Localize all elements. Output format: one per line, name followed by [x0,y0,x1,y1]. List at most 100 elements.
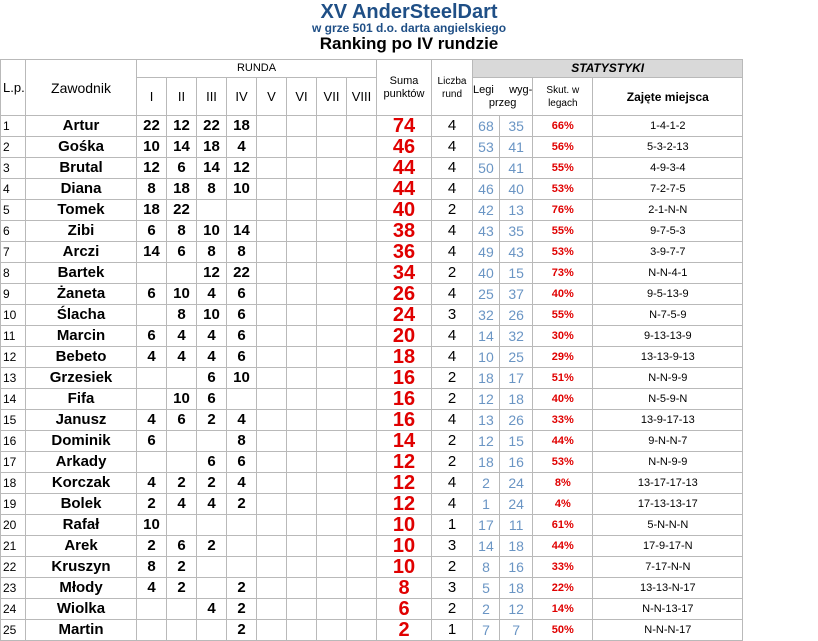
total-points-cell: 12 [376,493,432,515]
rounds-count-cell: 4 [431,346,473,368]
legs-efficiency-cell: 14% [532,598,594,620]
round-score-cell [166,619,197,641]
legs-lost-cell: 16 [498,556,534,578]
round-score-cell: 10 [136,136,167,158]
spreadsheet-view: XV AnderSteelDart w grze 501 d.o. darta … [0,0,818,641]
rounds-count-cell: 4 [431,325,473,347]
round-score-cell [316,367,347,389]
rounds-count-cell: 2 [431,367,473,389]
table-row: 3 Brutal 12 6 14 12 44 4 50 41 55% 4-9-3-4 [0,157,744,179]
legs-efficiency-cell: 40% [532,283,594,305]
total-points-cell: 44 [376,178,432,200]
total-points-cell: 6 [376,598,432,620]
places-cell: 13-13-N-17 [592,577,744,599]
legs-lost-cell: 40 [498,178,534,200]
legs-efficiency-cell: 61% [532,514,594,536]
round-score-cell: 4 [136,577,167,599]
legs-lost-cell: 15 [498,430,534,452]
round-score-cell [316,514,347,536]
total-points-cell: 16 [376,409,432,431]
lp-cell: 5 [0,199,26,221]
skut-header: Skut. w legach [532,77,594,116]
round-score-cell [286,409,317,431]
round-score-cell: 4 [226,136,257,158]
round-score-cell: 6 [196,451,227,473]
legs-won-cell: 50 [472,157,500,179]
legs-efficiency-cell: 29% [532,346,594,368]
round-score-cell: 6 [166,409,197,431]
table-row: 1 Artur 22 12 22 18 74 4 68 35 66% 1-4-1-2 [0,115,744,137]
round-score-cell [166,514,197,536]
round-score-cell: 4 [196,346,227,368]
rounds-count-cell: 3 [431,577,473,599]
places-cell: N-7-5-9 [592,304,744,326]
legs-won-cell: 12 [472,388,500,410]
tournament-title: XV AnderSteelDart [320,1,498,23]
total-points-cell: 2 [376,619,432,641]
round-score-cell: 4 [196,283,227,305]
round-score-cell [286,388,317,410]
player-name-cell: Młody [25,577,137,599]
round-score-cell [346,577,377,599]
round-score-cell: 6 [136,283,167,305]
round-score-cell [286,178,317,200]
round-score-cell [316,325,347,347]
round-score-cell [286,514,317,536]
round-score-cell [196,577,227,599]
round-score-cell: 10 [166,388,197,410]
round-score-cell: 2 [136,493,167,515]
round-score-cell [346,304,377,326]
round-score-cell: 10 [136,514,167,536]
round-score-cell [316,115,347,137]
lp-cell: 12 [0,346,26,368]
legs-lost-cell: 15 [498,262,534,284]
player-name-cell: Marcin [25,325,137,347]
round-score-cell [316,535,347,557]
round-score-cell: 8 [196,241,227,263]
legs-efficiency-cell: 44% [532,430,594,452]
round-score-cell: 22 [166,199,197,221]
round-score-cell [346,451,377,473]
legs-lost-cell: 11 [498,514,534,536]
round-score-cell [286,451,317,473]
round-score-cell: 8 [136,178,167,200]
round-score-cell: 6 [166,535,197,557]
player-header: Zawodnik [25,59,137,116]
lp-cell: 16 [0,430,26,452]
round-score-cell: 4 [196,493,227,515]
round-score-cell [346,556,377,578]
round-score-cell [256,115,287,137]
round-score-cell [256,430,287,452]
legs-lost-cell: 7 [498,619,534,641]
round-score-cell [286,283,317,305]
round-score-cell [286,157,317,179]
rounds-count-cell: 4 [431,241,473,263]
total-points-cell: 46 [376,136,432,158]
rounds-count-cell: 2 [431,430,473,452]
player-name-cell: Gośka [25,136,137,158]
places-cell: 17-9-17-N [592,535,744,557]
round-score-cell [316,136,347,158]
total-points-cell: 74 [376,115,432,137]
round-score-cell [256,409,287,431]
round-score-cell [136,367,167,389]
places-cell: 3-9-7-7 [592,241,744,263]
round-score-cell: 4 [226,472,257,494]
round-score-cell: 4 [196,325,227,347]
round-score-cell [286,556,317,578]
round-score-cell [256,199,287,221]
round-score-cell [226,199,257,221]
tournament-subtitle: w grze 501 d.o. darta angielskiego [311,21,507,35]
legs-efficiency-cell: 66% [532,115,594,137]
total-points-cell: 12 [376,472,432,494]
total-points-cell: 34 [376,262,432,284]
rounds-count-cell: 4 [431,409,473,431]
lp-cell: 20 [0,514,26,536]
round-score-cell [346,157,377,179]
player-name-cell: Artur [25,115,137,137]
round-score-cell: 12 [166,115,197,137]
total-points-cell: 36 [376,241,432,263]
places-cell: 2-1-N-N [592,199,744,221]
round-score-cell: 14 [166,136,197,158]
round-score-cell: 4 [166,493,197,515]
